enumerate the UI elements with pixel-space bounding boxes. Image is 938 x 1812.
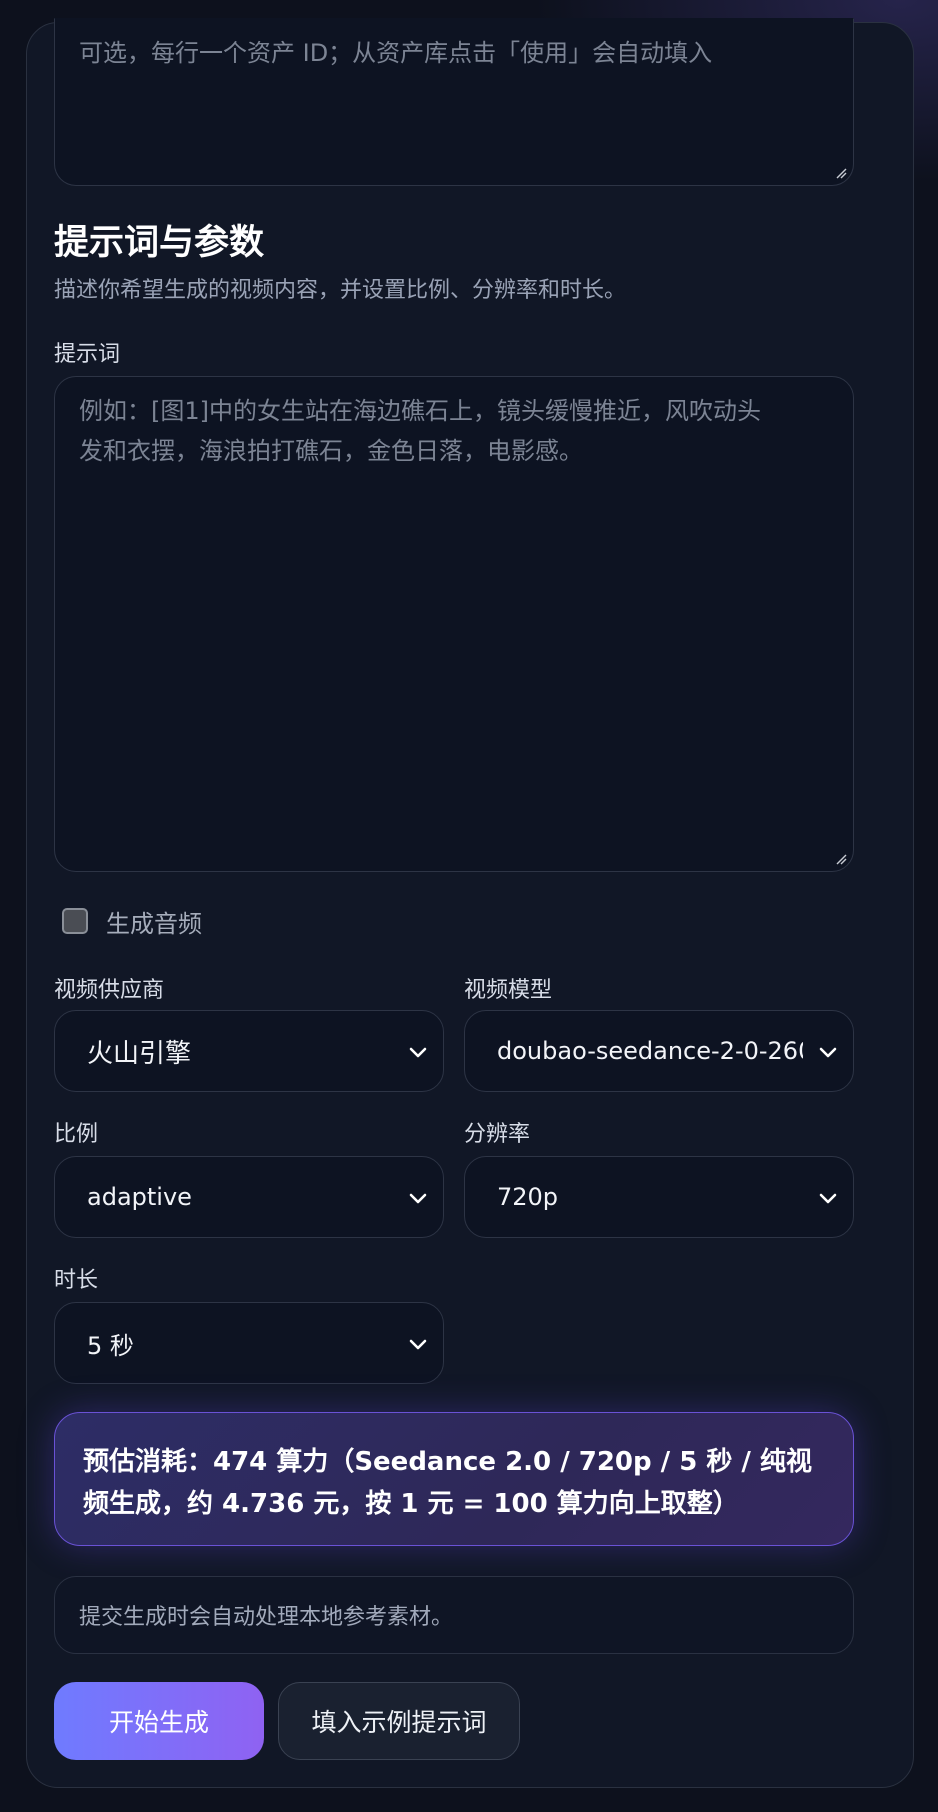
- cost-estimate-card: 预估消耗：474 算力（Seedance 2.0 / 720p / 5 秒 / …: [54, 1412, 854, 1546]
- ratio-select[interactable]: adaptive: [54, 1156, 444, 1238]
- duration-label: 时长: [54, 1268, 99, 1293]
- model-select[interactable]: doubao-seedance-2-0-260128: [464, 1010, 854, 1092]
- chevron-down-icon: [409, 1047, 427, 1058]
- resolution-select[interactable]: 720p: [464, 1156, 854, 1238]
- asset-ids-placeholder: 可选，每行一个资产 ID；从资产库点击「使用」会自动填入: [79, 39, 713, 67]
- chevron-down-icon: [819, 1193, 837, 1204]
- prompt-placeholder-line1: 例如：[图1]中的女生站在海边礁石上，镜头缓慢推近，风吹动头: [79, 397, 761, 425]
- audio-checkbox-label[interactable]: 生成音频: [106, 904, 202, 939]
- resize-grip-icon[interactable]: [835, 853, 847, 865]
- resolution-select-value: 720p: [497, 1183, 559, 1211]
- resize-grip-icon[interactable]: [835, 167, 847, 179]
- cost-estimate-line2: 频生成，约 4.736 元，按 1 元 = 100 算力向上取整）: [83, 1489, 739, 1519]
- start-generation-button[interactable]: 开始生成: [54, 1682, 264, 1760]
- ratio-label: 比例: [54, 1122, 99, 1147]
- prompt-label: 提示词: [54, 342, 121, 367]
- audio-checkbox[interactable]: [62, 908, 88, 934]
- model-select-value: doubao-seedance-2-0-260128: [497, 1037, 803, 1065]
- provider-select-value: 火山引擎: [87, 1038, 192, 1069]
- fill-example-prompt-button[interactable]: 填入示例提示词: [278, 1682, 520, 1760]
- cost-estimate-line1: 预估消耗：474 算力（Seedance 2.0 / 720p / 5 秒 / …: [83, 1447, 812, 1477]
- resolution-label: 分辨率: [464, 1122, 531, 1147]
- section-title: 提示词与参数: [54, 223, 265, 263]
- section-description: 描述你希望生成的视频内容，并设置比例、分辨率和时长。: [54, 278, 627, 303]
- chevron-down-icon: [409, 1193, 427, 1204]
- model-label: 视频模型: [464, 978, 553, 1003]
- ratio-select-value: adaptive: [87, 1183, 192, 1211]
- prompt-textarea[interactable]: 例如：[图1]中的女生站在海边礁石上，镜头缓慢推近，风吹动头 发和衣摆，海浪拍打…: [54, 376, 854, 872]
- chevron-down-icon: [409, 1339, 427, 1350]
- processing-hint-text: 提交生成时会自动处理本地参考素材。: [79, 1605, 454, 1630]
- provider-label: 视频供应商: [54, 978, 165, 1003]
- chevron-down-icon: [819, 1047, 837, 1058]
- processing-hint: 提交生成时会自动处理本地参考素材。: [54, 1576, 854, 1654]
- duration-select[interactable]: 5 秒: [54, 1302, 444, 1384]
- prompt-placeholder-line2: 发和衣摆，海浪拍打礁石，金色日落，电影感。: [79, 437, 583, 465]
- asset-ids-textarea[interactable]: 可选，每行一个资产 ID；从资产库点击「使用」会自动填入: [54, 18, 854, 186]
- provider-select[interactable]: 火山引擎: [54, 1010, 444, 1092]
- duration-select-value: 5 秒: [87, 1331, 134, 1360]
- audio-option: 生成音频: [62, 904, 202, 939]
